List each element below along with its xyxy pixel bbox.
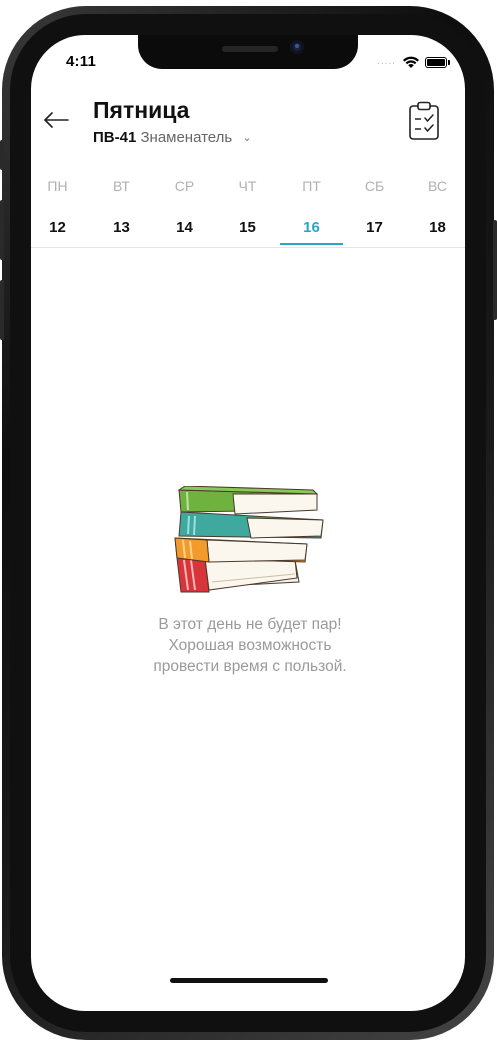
power-button: [493, 220, 497, 320]
day-number: 14: [176, 219, 193, 236]
notch: [138, 35, 358, 69]
arrow-left-icon[interactable]: [42, 106, 70, 134]
chevron-down-icon: ⌄: [242, 132, 252, 144]
day-number: 17: [366, 219, 383, 236]
page-title: Пятница: [93, 97, 190, 123]
day-name: ПТ: [302, 178, 321, 194]
day-wednesday[interactable]: СР 14: [153, 168, 216, 246]
day-monday[interactable]: ПН 12: [26, 168, 89, 246]
day-name: СБ: [364, 178, 385, 194]
volume-down-button: [0, 280, 4, 340]
day-tuesday[interactable]: ВТ 13: [90, 168, 153, 246]
header-divider: [31, 247, 465, 248]
empty-state-line-1: В этот день не будет пар!: [158, 616, 342, 633]
day-name: СР: [174, 178, 195, 194]
empty-state-message: В этот день не будет пар! Хорошая возмож…: [100, 614, 400, 677]
volume-up-button: [0, 200, 4, 260]
day-name: ЧТ: [238, 178, 257, 194]
battery-level: [427, 59, 445, 66]
speaker-grille: [222, 46, 278, 52]
books-illustration: [174, 486, 324, 593]
day-thursday[interactable]: ЧТ 15: [216, 168, 279, 246]
day-friday[interactable]: ПТ 16: [280, 168, 343, 246]
front-camera: [290, 40, 304, 54]
day-name: ВТ: [113, 178, 130, 194]
day-number: 16: [303, 219, 320, 236]
empty-state-line-2: Хорошая возможность: [168, 637, 332, 654]
day-number: 13: [113, 219, 130, 236]
day-name: ВС: [428, 178, 447, 194]
wifi-icon: [403, 56, 419, 68]
home-indicator[interactable]: [170, 978, 328, 983]
day-number: 18: [429, 219, 446, 236]
signal-icon: .....: [377, 56, 396, 67]
week-type: Знаменатель: [140, 129, 233, 146]
status-time: 4:11: [66, 53, 96, 70]
day-number: 15: [239, 219, 256, 236]
week-day-selector: ПН 12 ВТ 13 СР 14 ЧТ 15 ПТ 16 СБ 17 ВС 1…: [26, 168, 470, 248]
battery-tip: [448, 60, 450, 65]
selected-day-indicator: [280, 243, 343, 245]
day-name: ПН: [47, 178, 68, 194]
empty-state-line-3: провести время с пользой.: [153, 658, 347, 675]
clipboard-checklist-icon[interactable]: [408, 101, 440, 141]
mute-switch: [0, 140, 4, 170]
group-week-selector[interactable]: ПВ-41 Знаменатель ⌄: [93, 129, 252, 146]
day-number: 12: [49, 219, 66, 236]
day-sunday[interactable]: ВС 18: [406, 168, 469, 246]
day-saturday[interactable]: СБ 17: [343, 168, 406, 246]
group-code: ПВ-41: [93, 129, 137, 146]
